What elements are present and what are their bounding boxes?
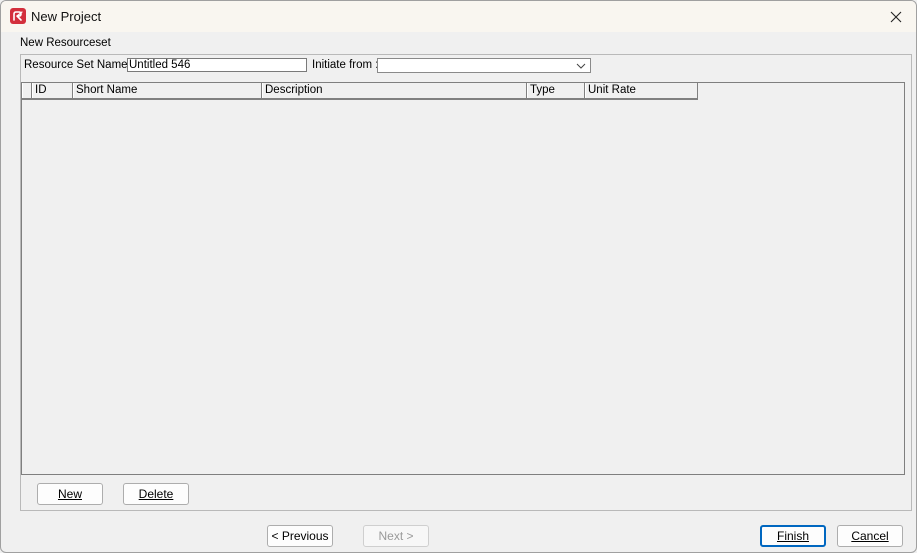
column-header-unit-rate[interactable]: Unit Rate [585, 83, 698, 98]
column-header-id[interactable]: ID [32, 83, 73, 98]
new-row-button[interactable]: New [37, 483, 103, 505]
next-button[interactable]: Next > [363, 525, 429, 547]
resource-set-name-label: Resource Set Name: [24, 59, 131, 71]
new-project-dialog: New Project New Resourceset Resource Set… [0, 0, 917, 553]
resource-grid[interactable]: ID Short Name Description Type Unit Rate [21, 82, 905, 475]
resource-set-name-input[interactable]: Untitled 546 [127, 58, 307, 72]
initiate-from-dropdown[interactable] [377, 58, 591, 73]
column-header-short-name[interactable]: Short Name [73, 83, 262, 98]
next-button-label: Next > [378, 529, 414, 543]
close-icon [890, 11, 902, 22]
new-row-button-label: New [57, 487, 82, 501]
previous-button[interactable]: < Previous [267, 525, 333, 547]
close-button[interactable] [876, 1, 916, 32]
delete-row-button-label: Delete [138, 487, 174, 501]
previous-button-label: < Previous [271, 529, 329, 543]
row-selector-header [22, 83, 32, 98]
window-title: New Project [31, 9, 102, 24]
finish-button[interactable]: Finish [760, 525, 826, 547]
chevron-down-icon[interactable] [572, 60, 589, 71]
grid-header: ID Short Name Description Type Unit Rate [22, 83, 698, 100]
title-bar: New Project [1, 1, 916, 32]
app-logo-icon [10, 8, 26, 24]
column-header-description[interactable]: Description [262, 83, 527, 98]
section-title: New Resourceset [20, 37, 111, 49]
finish-button-label: Finish [776, 529, 809, 543]
column-header-type[interactable]: Type [527, 83, 585, 98]
cancel-button-label: Cancel [851, 529, 889, 543]
cancel-button[interactable]: Cancel [837, 525, 903, 547]
initiate-from-label: Initiate from : [312, 59, 379, 71]
delete-row-button[interactable]: Delete [123, 483, 189, 505]
